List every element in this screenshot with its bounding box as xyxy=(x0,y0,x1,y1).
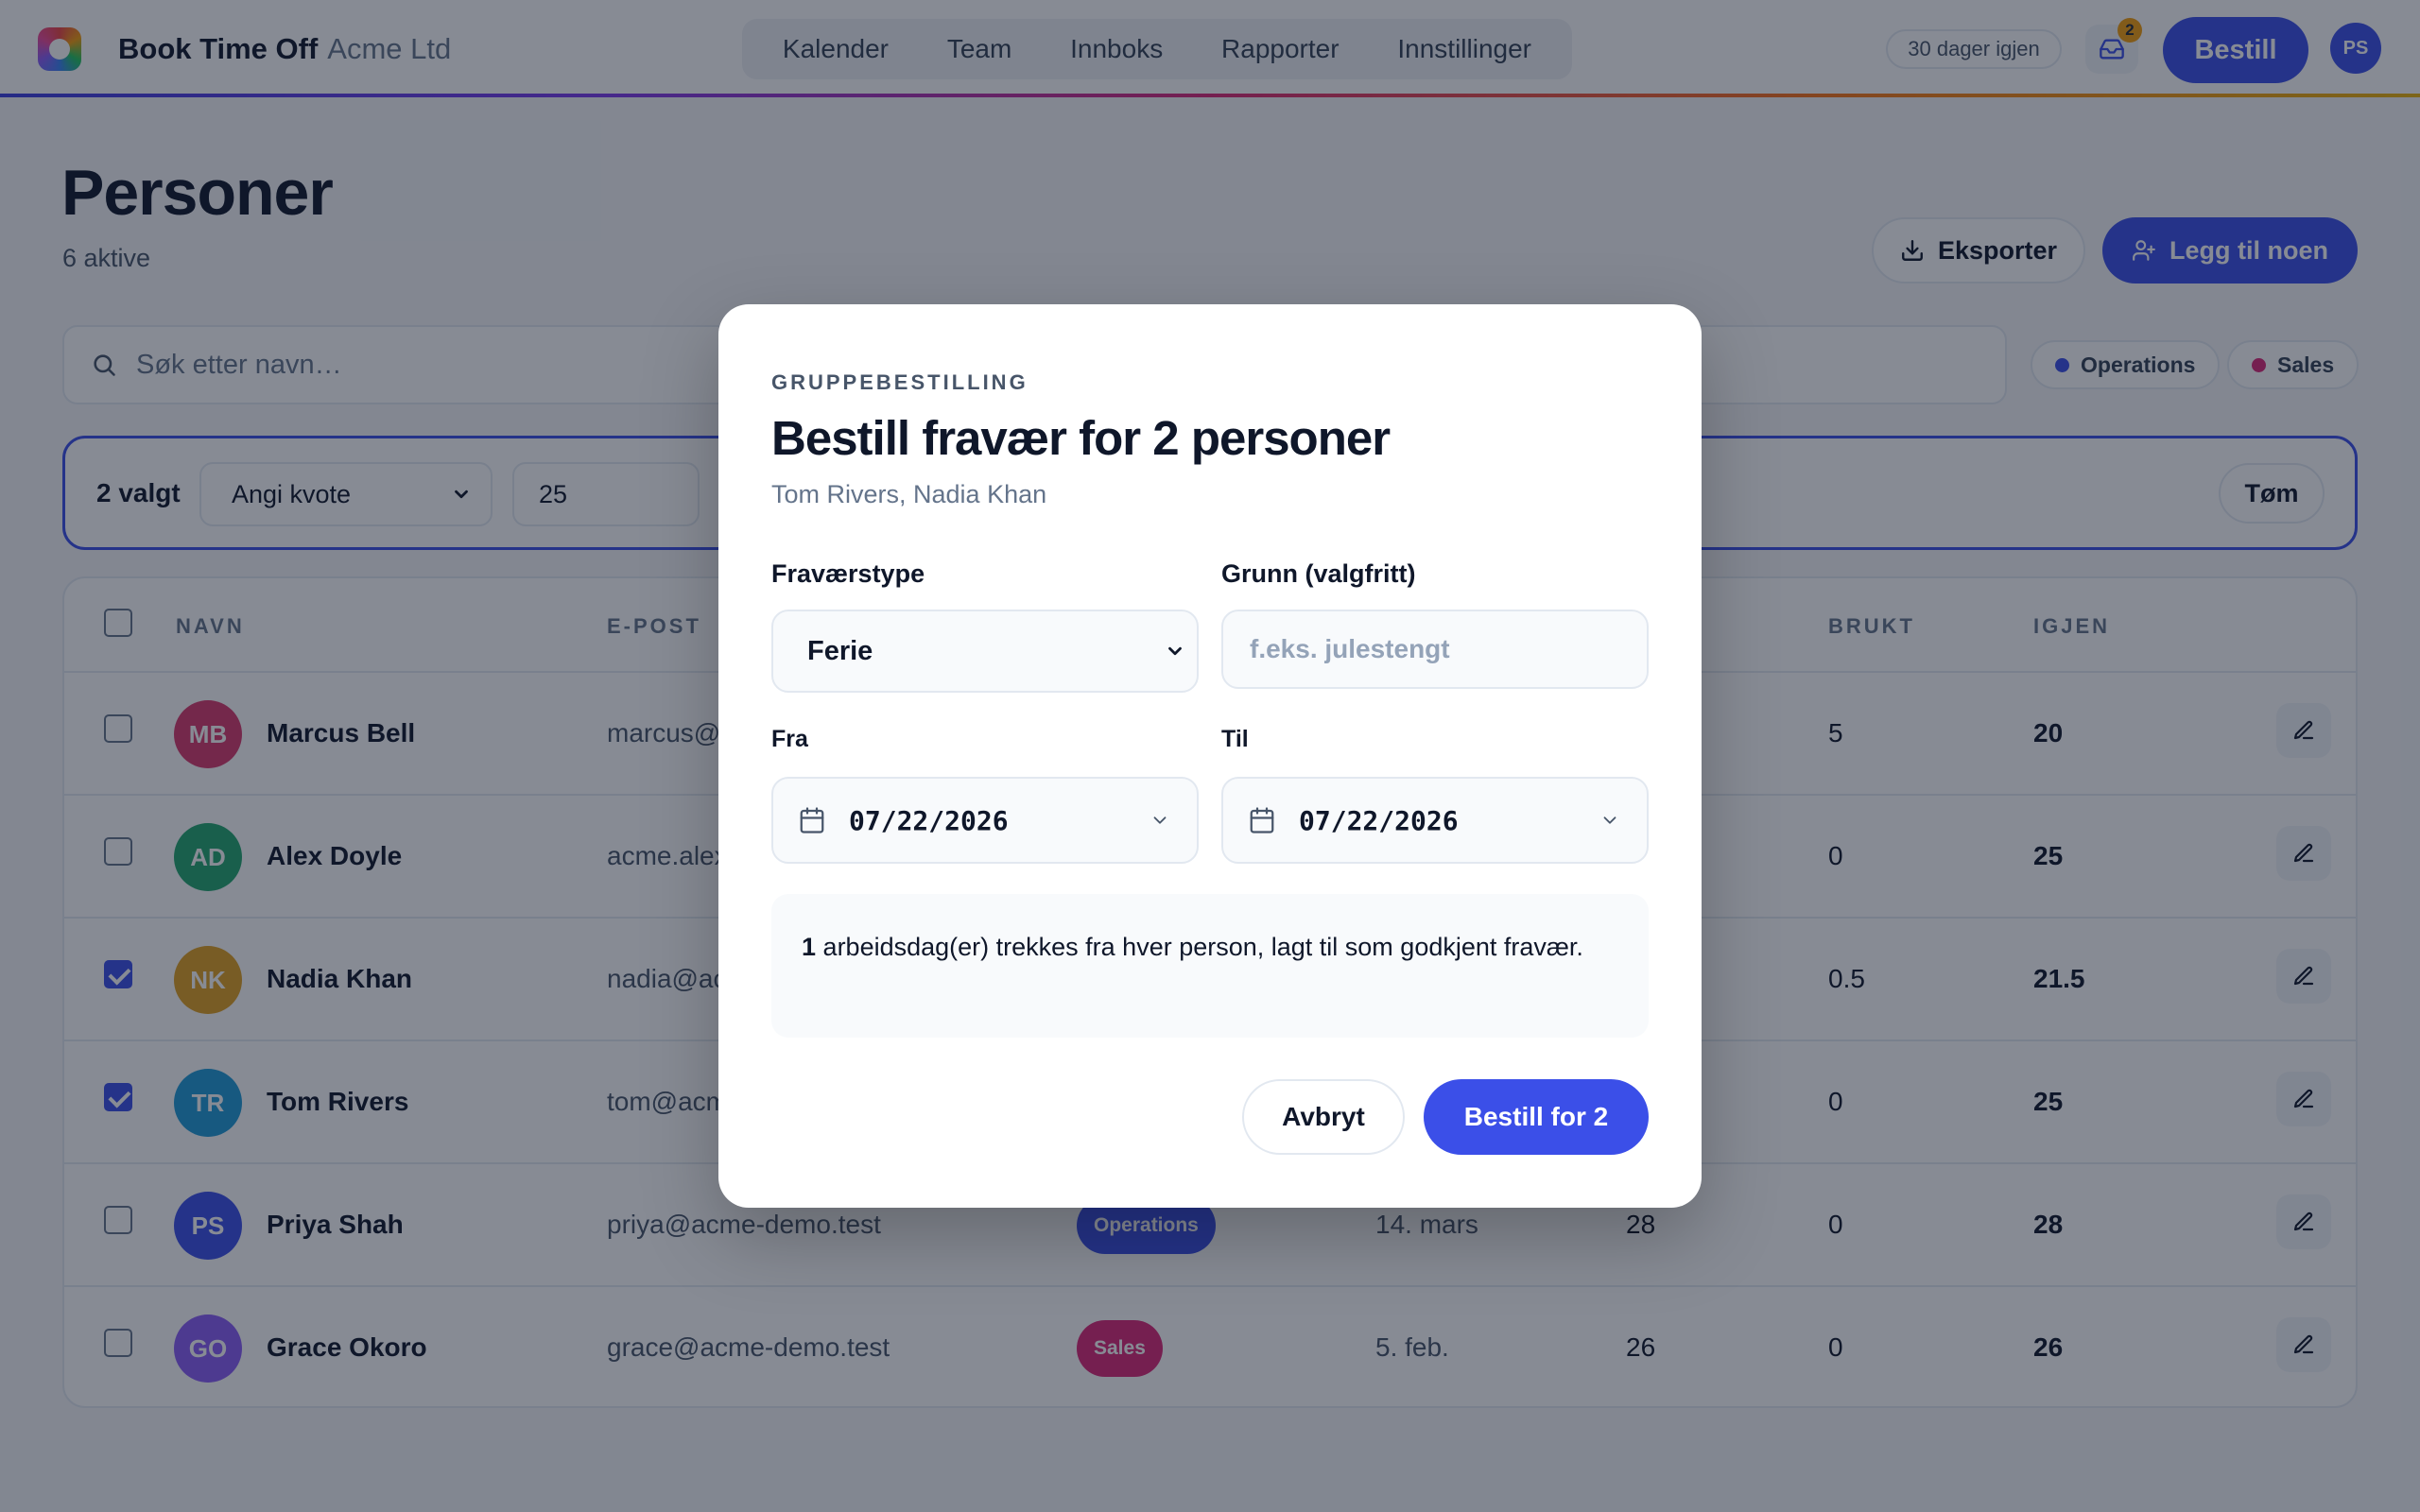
reason-input[interactable]: f.eks. julestengt xyxy=(1221,610,1649,689)
chevron-down-icon xyxy=(1168,646,1182,656)
to-date-value: 07/22/2026 xyxy=(1299,804,1459,836)
from-label: Fra xyxy=(771,726,808,752)
cancel-button[interactable]: Avbryt xyxy=(1242,1079,1405,1155)
chevron-down-icon xyxy=(1603,816,1616,824)
absence-type-select[interactable]: Ferie xyxy=(771,610,1199,693)
deduction-days: 1 xyxy=(802,933,817,961)
absence-type-label: Fraværstype xyxy=(771,559,925,588)
dialog-title: Bestill fravær for 2 personer xyxy=(771,411,1391,465)
submit-booking-button[interactable]: Bestill for 2 xyxy=(1424,1079,1649,1155)
to-date-field[interactable]: 07/22/2026 xyxy=(1221,777,1649,864)
absence-type-value: Ferie xyxy=(807,635,873,666)
to-label: Til xyxy=(1221,726,1249,752)
group-booking-dialog: GRUPPEBESTILLING Bestill fravær for 2 pe… xyxy=(718,304,1702,1208)
reason-label: Grunn (valgfritt) xyxy=(1221,559,1416,588)
calendar-icon xyxy=(1250,807,1274,833)
deduction-info: 1 arbeidsdag(er) trekkes fra hver person… xyxy=(771,894,1649,1038)
calendar-icon xyxy=(800,807,824,833)
deduction-text: arbeidsdag(er) trekkes fra hver person, … xyxy=(822,933,1583,961)
chevron-down-icon xyxy=(1153,816,1167,824)
from-date-field[interactable]: 07/22/2026 xyxy=(771,777,1199,864)
dialog-eyebrow: GRUPPEBESTILLING xyxy=(771,370,1028,394)
selected-names: Tom Rivers, Nadia Khan xyxy=(771,480,1047,508)
from-date-value: 07/22/2026 xyxy=(849,804,1009,836)
